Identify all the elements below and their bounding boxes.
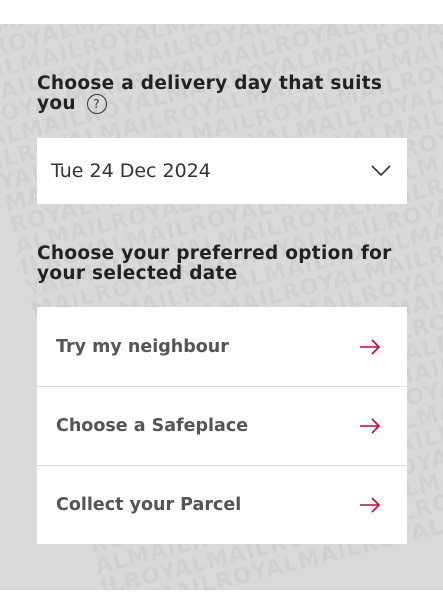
arrow-right-icon (360, 338, 381, 355)
option-label: Try my neighbour (56, 336, 229, 357)
option-collect-your-parcel[interactable]: Collect your Parcel (37, 465, 407, 544)
option-label: Choose a Safeplace (56, 416, 249, 436)
delivery-day-heading: Choose a delivery day that suits you ? (37, 74, 397, 114)
delivery-option-list: Try my neighbour Choose a Safeplace Coll… (37, 307, 407, 544)
option-try-my-neighbour[interactable]: Try my neighbour (37, 307, 407, 386)
option-label: Collect your Parcel (56, 495, 242, 515)
delivery-date-dropdown[interactable]: Tue 24 Dec 2024 (37, 138, 407, 204)
preferred-option-heading: Choose your preferred option for your se… (37, 243, 392, 284)
option-choose-a-safeplace[interactable]: Choose a Safeplace (37, 386, 407, 465)
delivery-options-card: ALMAILROYALMAILROYALMAILROYALMAILROYALMA… (0, 24, 443, 590)
arrow-right-icon (360, 418, 381, 434)
arrow-right-icon (360, 497, 381, 513)
selected-date-value: Tue 24 Dec 2024 (51, 160, 211, 182)
chevron-down-icon (371, 165, 391, 177)
help-icon[interactable]: ? (86, 94, 107, 114)
